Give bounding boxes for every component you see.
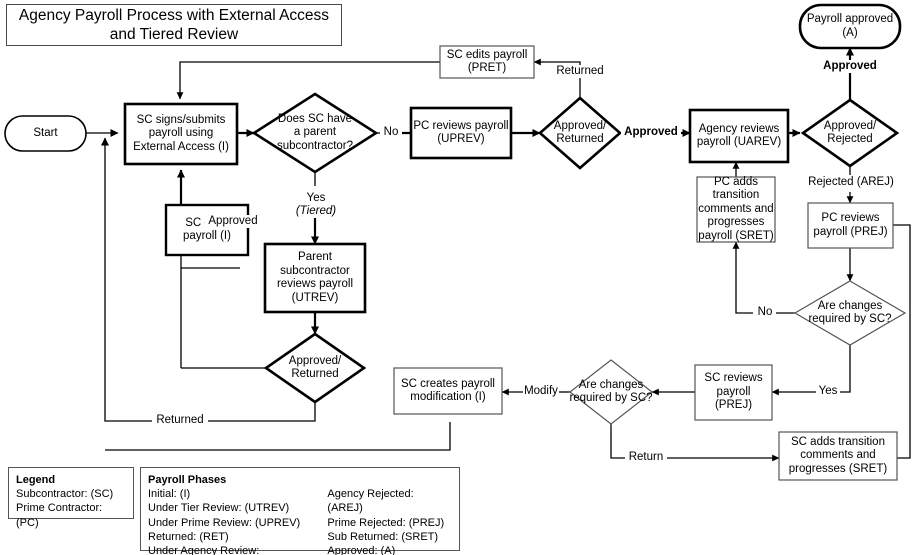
node-parent-sub-reviews-utrev bbox=[263, 242, 367, 314]
payroll-phases-column-1: Initial: (I) Under Tier Review: (UTREV) … bbox=[148, 488, 301, 555]
edge-label-no-right: No bbox=[754, 306, 776, 319]
node-changes-required-mid bbox=[569, 359, 653, 425]
edge-left-diamond-approved-riser bbox=[240, 268, 266, 368]
edge-label-approved-top-right: Approved bbox=[818, 60, 882, 73]
node-approved-rejected bbox=[800, 98, 900, 168]
node-pc-reviews-prej bbox=[807, 202, 894, 249]
node-start bbox=[4, 115, 87, 152]
edge-label-rejected-arej: Rejected (AREJ) bbox=[808, 176, 894, 189]
node-sc-edits-payroll-pret bbox=[439, 45, 535, 79]
edge-label-yes: Yes bbox=[297, 192, 335, 205]
node-pc-reviews-uprev bbox=[409, 106, 513, 160]
node-agency-reviews-uarev bbox=[688, 108, 790, 164]
payroll-phases-box: Payroll Phases Initial: (I) Under Tier R… bbox=[140, 467, 460, 555]
node-changes-required-right bbox=[793, 280, 907, 346]
payroll-phases-column-2: Agency Rejected: (AREJ) Prime Rejected: … bbox=[327, 488, 445, 555]
edge-label-approved-mid: Approved bbox=[621, 126, 681, 139]
edge-left-diamond-to-sc-edits bbox=[180, 255, 240, 269]
edge-pret-to-sc-signs bbox=[176, 61, 440, 100]
legend-entries: Subcontractor: (SC) Prime Contractor: (P… bbox=[16, 488, 114, 529]
node-has-parent-subcontractor bbox=[251, 92, 379, 174]
edge-returned-to-start-path bbox=[101, 137, 166, 422]
edge-label-tiered: (Tiered) bbox=[290, 205, 342, 218]
node-sc-creates-payroll-modification bbox=[393, 367, 503, 415]
edge-label-yes-right: Yes bbox=[816, 385, 840, 398]
node-approved-returned-left bbox=[263, 332, 367, 404]
edge-sc-adds-sret-to-pc-reviews-prej bbox=[872, 221, 911, 459]
flowchart-canvas: Agency Payroll Process with External Acc… bbox=[0, 0, 918, 555]
edge-label-no-parent: No bbox=[380, 126, 402, 139]
payroll-phases-title: Payroll Phases bbox=[148, 474, 227, 486]
node-sc-reviews-prej bbox=[694, 364, 773, 421]
legend-box: Legend Subcontractor: (SC) Prime Contrac… bbox=[8, 467, 134, 529]
node-sc-signs-submits bbox=[123, 102, 239, 166]
node-payroll-approved bbox=[798, 3, 902, 50]
edge-label-return-bottom: Return bbox=[625, 451, 667, 464]
node-approved-returned-mid bbox=[538, 96, 622, 170]
legend-title: Legend bbox=[16, 474, 56, 486]
edge-label-approved-left: Approved bbox=[205, 215, 261, 228]
node-sc-edits-payroll-i bbox=[164, 203, 250, 257]
edge-label-modify: Modify bbox=[523, 385, 559, 398]
edge-label-returned-top: Returned bbox=[552, 65, 608, 78]
edge-return-seg1 bbox=[610, 424, 625, 459]
edge-changes-right-no-to-sret bbox=[732, 241, 753, 314]
edge-label-returned-left: Returned bbox=[152, 414, 208, 427]
node-pc-adds-transition-sret bbox=[696, 176, 776, 243]
node-sc-adds-transition-sret bbox=[778, 431, 898, 481]
edge-left-diamond-returned bbox=[205, 402, 316, 422]
